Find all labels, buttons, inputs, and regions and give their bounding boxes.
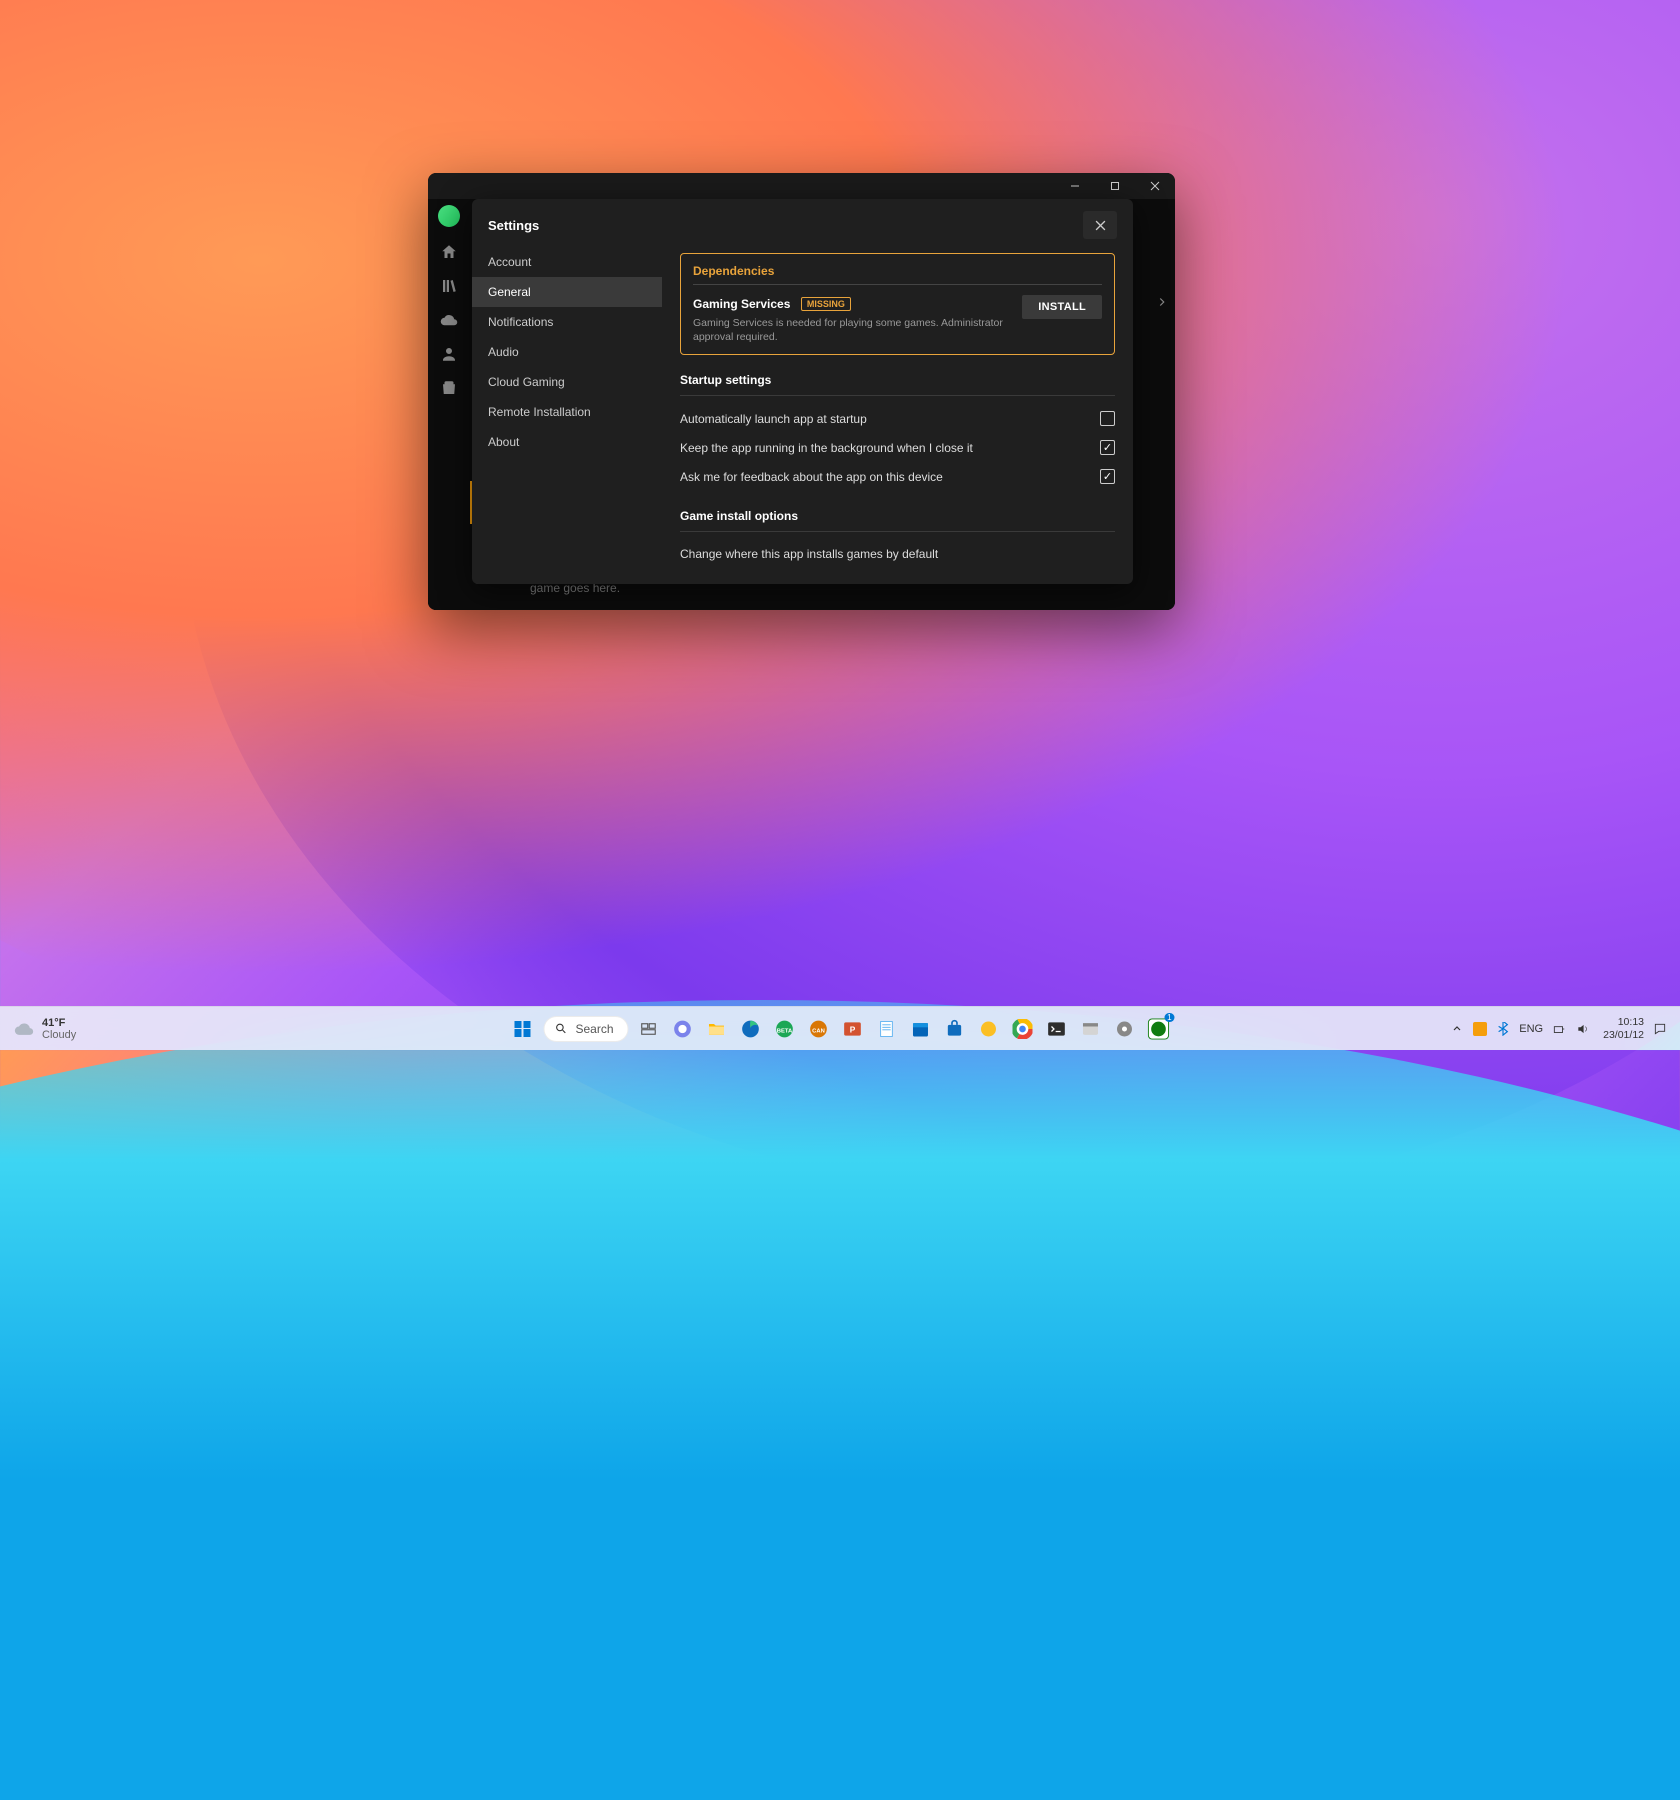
minimize-button[interactable] bbox=[1055, 173, 1095, 199]
taskbar-search[interactable]: Search bbox=[543, 1016, 628, 1042]
calendar-icon[interactable] bbox=[907, 1015, 935, 1043]
chevron-right-icon[interactable] bbox=[1155, 295, 1169, 309]
nav-about[interactable]: About bbox=[472, 427, 662, 457]
dependency-row: Gaming Services MISSING Gaming Services … bbox=[693, 295, 1102, 344]
store-icon[interactable] bbox=[941, 1015, 969, 1043]
checkbox-auto-launch[interactable] bbox=[1100, 411, 1115, 426]
weather-temp: 41°F bbox=[42, 1017, 76, 1029]
search-placeholder: Search bbox=[575, 1022, 613, 1036]
svg-text:CAN: CAN bbox=[812, 1028, 825, 1034]
taskbar-center: Search BETA CAN P 1 bbox=[507, 1014, 1172, 1044]
notepad-icon[interactable] bbox=[873, 1015, 901, 1043]
install-button[interactable]: INSTALL bbox=[1022, 295, 1102, 319]
edge-beta-icon[interactable]: BETA bbox=[771, 1015, 799, 1043]
game-install-options-heading: Game install options bbox=[680, 509, 1115, 523]
weather-widget[interactable]: 41°F Cloudy bbox=[0, 1017, 90, 1041]
svg-text:P: P bbox=[850, 1024, 856, 1034]
lights-icon[interactable] bbox=[975, 1015, 1003, 1043]
library-icon[interactable] bbox=[440, 277, 458, 295]
task-view-icon[interactable] bbox=[635, 1015, 663, 1043]
close-window-button[interactable] bbox=[1135, 173, 1175, 199]
setting-keep-running: Keep the app running in the background w… bbox=[680, 433, 1115, 462]
tray-date: 23/01/12 bbox=[1603, 1029, 1644, 1041]
tray-language[interactable]: ENG bbox=[1519, 1023, 1543, 1035]
dependency-description: Gaming Services is needed for playing so… bbox=[693, 316, 1012, 344]
settings-body: Account General Notifications Audio Clou… bbox=[472, 239, 1133, 584]
store-icon[interactable] bbox=[440, 379, 458, 397]
taskbar: 41°F Cloudy Search BETA CAN P 1 ENG bbox=[0, 1006, 1680, 1050]
weather-cloud-icon bbox=[14, 1019, 34, 1039]
nav-notifications[interactable]: Notifications bbox=[472, 307, 662, 337]
window-titlebar bbox=[428, 173, 1175, 199]
checkbox-keep-running[interactable]: ✓ bbox=[1100, 440, 1115, 455]
cloud-icon[interactable] bbox=[440, 311, 458, 329]
app-sidebar-rail bbox=[428, 199, 470, 610]
tray-volume-icon[interactable] bbox=[1575, 1021, 1591, 1037]
home-icon[interactable] bbox=[440, 243, 458, 261]
edge-canary-icon[interactable]: CAN bbox=[805, 1015, 833, 1043]
nav-general[interactable]: General bbox=[472, 277, 662, 307]
checkbox-feedback[interactable]: ✓ bbox=[1100, 469, 1115, 484]
maximize-button[interactable] bbox=[1095, 173, 1135, 199]
divider bbox=[680, 395, 1115, 396]
file-explorer-icon[interactable] bbox=[1077, 1015, 1105, 1043]
friends-icon[interactable] bbox=[440, 345, 458, 363]
settings-dialog: Settings Account General Notifications A… bbox=[472, 199, 1133, 584]
startup-settings-heading: Startup settings bbox=[680, 373, 1115, 387]
chrome-icon[interactable] bbox=[1009, 1015, 1037, 1043]
settings-nav: Account General Notifications Audio Clou… bbox=[472, 239, 662, 584]
settings-icon[interactable] bbox=[1111, 1015, 1139, 1043]
setting-label: Automatically launch app at startup bbox=[680, 412, 867, 426]
tray-network-icon[interactable] bbox=[1551, 1021, 1567, 1037]
dependencies-heading: Dependencies bbox=[693, 264, 1102, 278]
nav-audio[interactable]: Audio bbox=[472, 337, 662, 367]
settings-content: Dependencies Gaming Services MISSING Gam… bbox=[662, 239, 1133, 584]
powerpoint-icon[interactable]: P bbox=[839, 1015, 867, 1043]
dependency-name: Gaming Services bbox=[693, 297, 790, 311]
nav-account[interactable]: Account bbox=[472, 247, 662, 277]
terminal-icon[interactable] bbox=[1043, 1015, 1071, 1043]
setting-auto-launch: Automatically launch app at startup bbox=[680, 404, 1115, 433]
system-tray: ENG 10:13 23/01/12 bbox=[1437, 1016, 1680, 1040]
divider bbox=[693, 284, 1102, 285]
settings-title: Settings bbox=[488, 218, 539, 233]
setting-install-location: Change where this app installs games by … bbox=[680, 540, 1115, 568]
profile-avatar[interactable] bbox=[438, 205, 460, 227]
start-button[interactable] bbox=[507, 1014, 537, 1044]
tray-security-icon[interactable] bbox=[1473, 1022, 1487, 1036]
divider bbox=[680, 531, 1115, 532]
setting-label: Keep the app running in the background w… bbox=[680, 441, 973, 455]
setting-feedback: Ask me for feedback about the app on thi… bbox=[680, 462, 1115, 491]
tray-notifications-icon[interactable] bbox=[1652, 1021, 1668, 1037]
weather-condition: Cloudy bbox=[42, 1029, 76, 1041]
setting-label: Ask me for feedback about the app on thi… bbox=[680, 470, 943, 484]
xbox-app-icon[interactable]: 1 bbox=[1145, 1015, 1173, 1043]
svg-text:BETA: BETA bbox=[777, 1028, 793, 1034]
settings-header: Settings bbox=[472, 199, 1133, 239]
setting-label: Change where this app installs games by … bbox=[680, 547, 938, 561]
tray-time: 10:13 bbox=[1603, 1016, 1644, 1028]
chat-icon[interactable] bbox=[669, 1015, 697, 1043]
nav-remote-install[interactable]: Remote Installation bbox=[472, 397, 662, 427]
edge-icon[interactable] bbox=[737, 1015, 765, 1043]
tray-bluetooth-icon[interactable] bbox=[1495, 1021, 1511, 1037]
missing-badge: MISSING bbox=[801, 297, 851, 311]
nav-cloud-gaming[interactable]: Cloud Gaming bbox=[472, 367, 662, 397]
xbox-app-window: Instal game goes here. Settings Account … bbox=[428, 173, 1175, 610]
tray-chevron-icon[interactable] bbox=[1449, 1021, 1465, 1037]
tray-clock[interactable]: 10:13 23/01/12 bbox=[1599, 1016, 1644, 1040]
search-icon bbox=[554, 1022, 567, 1035]
settings-close-button[interactable] bbox=[1083, 211, 1117, 239]
dependencies-card: Dependencies Gaming Services MISSING Gam… bbox=[680, 253, 1115, 355]
explorer-icon[interactable] bbox=[703, 1015, 731, 1043]
